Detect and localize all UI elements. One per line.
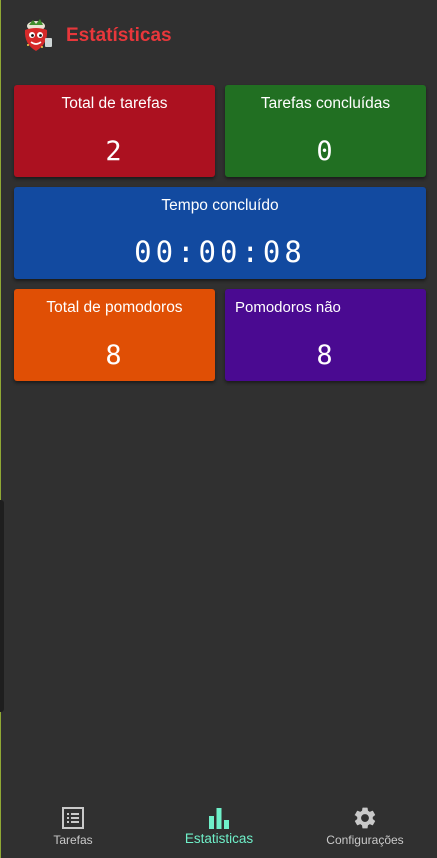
nav-item-tarefas[interactable]: Tarefas bbox=[0, 792, 146, 858]
total-pomodoros-label: Total de pomodoros bbox=[46, 299, 183, 316]
nav-label-estatisticas: Estatisticas bbox=[184, 831, 254, 846]
app-header: Estatísticas bbox=[0, 0, 437, 72]
gear-icon bbox=[352, 805, 378, 831]
total-pomodoros-value: 8 bbox=[105, 340, 124, 371]
pomodoros-not-card: Pomodoros não 8 bbox=[225, 289, 426, 381]
completed-time-label: Tempo concluído bbox=[161, 197, 279, 214]
edge-drag-handle[interactable] bbox=[0, 500, 4, 712]
strawberry-mascot-icon bbox=[20, 18, 54, 54]
window-edge bbox=[0, 0, 1, 858]
total-tasks-card: Total de tarefas 2 bbox=[14, 85, 215, 177]
list-icon bbox=[60, 805, 86, 831]
bar-chart-icon bbox=[206, 805, 232, 831]
nav-item-estatisticas[interactable]: Estatisticas bbox=[146, 792, 292, 858]
nav-item-configuracoes[interactable]: Configurações bbox=[292, 792, 437, 858]
completed-tasks-card: Tarefas concluídas 0 bbox=[225, 85, 426, 177]
page-title: Estatísticas bbox=[66, 25, 172, 46]
nav-label-configuracoes: Configurações bbox=[326, 833, 404, 847]
total-tasks-label: Total de tarefas bbox=[61, 95, 168, 112]
completed-time-card: Tempo concluído 00:00:08 bbox=[14, 187, 426, 279]
pomodoros-not-value: 8 bbox=[316, 340, 335, 371]
completed-time-value: 00:00:08 bbox=[134, 235, 306, 269]
total-pomodoros-card: Total de pomodoros 8 bbox=[14, 289, 215, 381]
total-tasks-value: 2 bbox=[105, 136, 124, 167]
bottom-navigation: Tarefas Estatisticas Configurações bbox=[0, 792, 437, 858]
nav-label-tarefas: Tarefas bbox=[53, 833, 93, 847]
pomodoros-not-label: Pomodoros não bbox=[235, 299, 341, 316]
completed-tasks-value: 0 bbox=[316, 136, 335, 167]
completed-tasks-label: Tarefas concluídas bbox=[260, 95, 391, 112]
